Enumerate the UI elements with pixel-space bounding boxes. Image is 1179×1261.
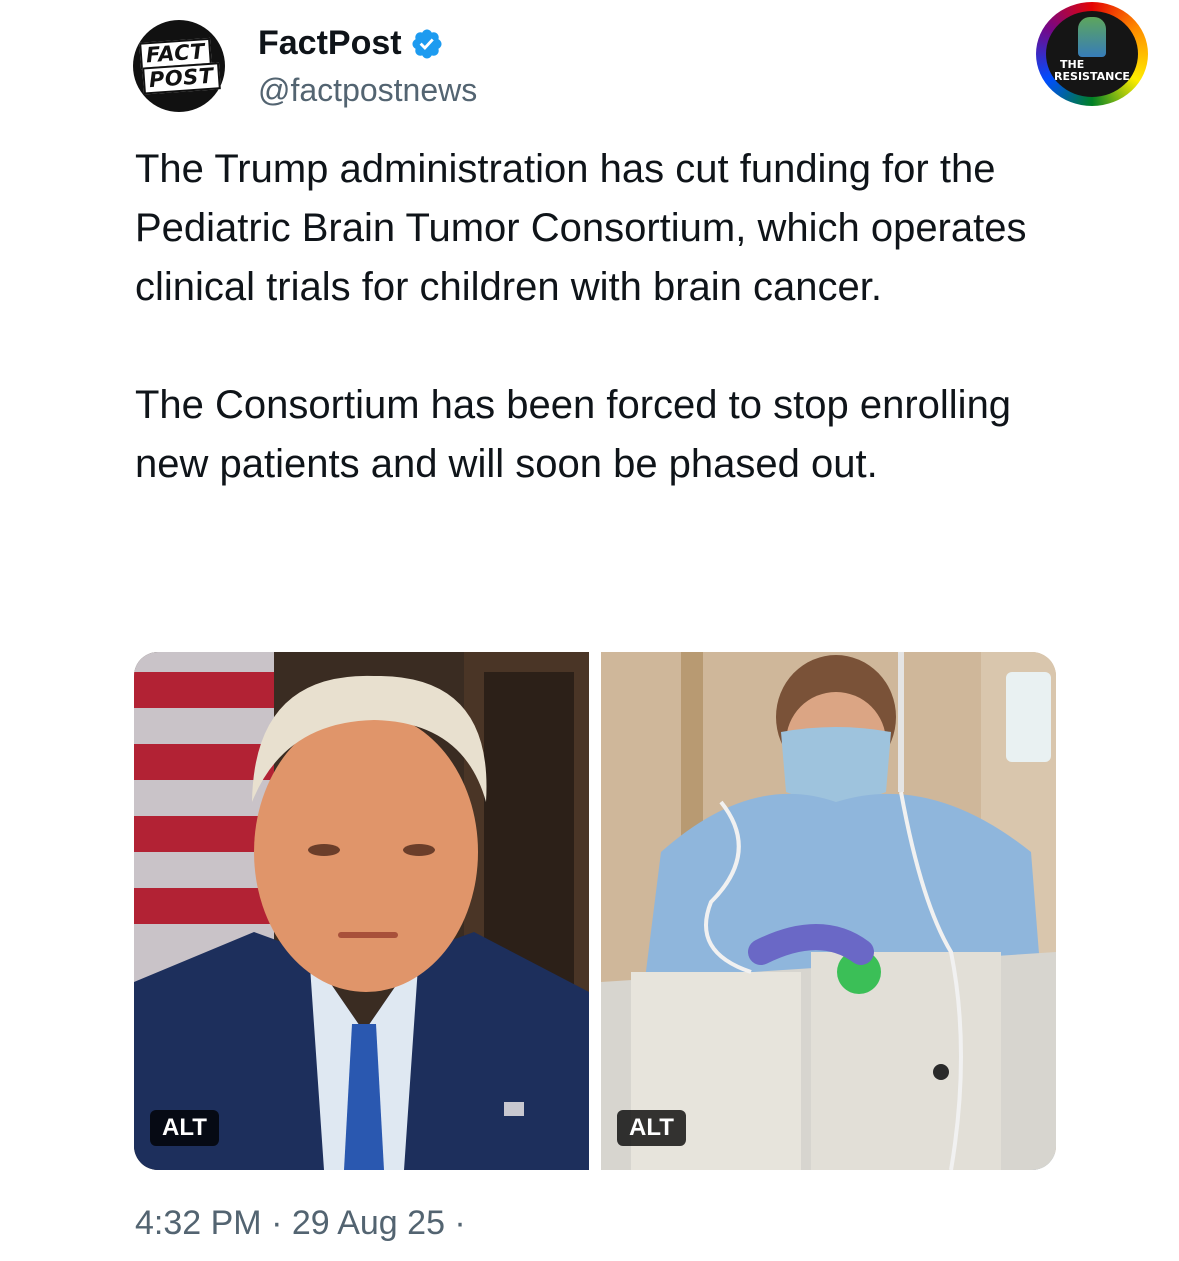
hospital-photo-icon [601,652,1056,1170]
alt-badge-button[interactable]: ALT [617,1110,686,1146]
media-image-portrait[interactable]: ALT [134,652,589,1170]
author-display-name[interactable]: FactPost [258,24,402,63]
watermark-text-resistance: RESISTANCE [1052,70,1132,83]
author-handle[interactable]: @factpostnews [258,72,477,109]
verified-badge-icon [412,28,442,59]
author-avatar[interactable]: FACT POST [133,20,225,112]
resistance-watermark-logo: THE RESISTANCE [1036,2,1148,106]
tweet-timestamp[interactable]: 4:32 PM · 29 Aug 25 · [135,1204,466,1243]
tweet-text: The Trump administration has cut funding… [135,140,1035,494]
portrait-photo-icon [134,652,589,1170]
tweet-paragraph: The Trump administration has cut funding… [135,147,1027,309]
statue-of-liberty-icon [1078,17,1106,57]
alt-badge-button[interactable]: ALT [150,1110,219,1146]
author-name-row[interactable]: FactPost [258,24,444,63]
tweet-paragraph: The Consortium has been forced to stop e… [135,383,1012,486]
media-grid: ALT ALT [134,652,1056,1170]
media-image-hospital[interactable]: ALT [601,652,1056,1170]
avatar-logo-text-bottom: POST [141,62,221,95]
